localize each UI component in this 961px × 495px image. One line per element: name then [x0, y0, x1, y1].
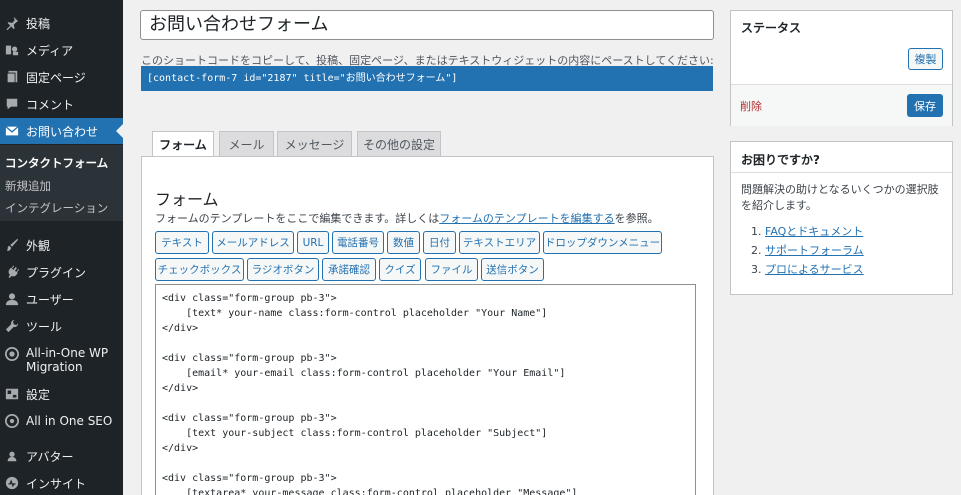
help-description: 問題解決の助けとなるいくつかの選択肢を紹介します。 — [741, 183, 939, 212]
sidebar-item-label: ツール — [26, 319, 63, 334]
save-button[interactable]: 保存 — [907, 94, 943, 117]
help-link-item: 1. FAQとドキュメント — [751, 222, 864, 241]
status-title: ステータス — [741, 21, 802, 35]
tag-date-button[interactable]: 日付 — [423, 231, 456, 254]
tag-email-button[interactable]: メールアドレス — [212, 231, 294, 254]
brush-icon — [4, 237, 20, 253]
migration-label-line2: Migration — [26, 360, 83, 374]
form-template-textarea[interactable]: <div class="form-group pb-3"> [text* you… — [155, 284, 696, 495]
tag-text-button[interactable]: テキスト — [155, 231, 209, 254]
help-divider — [731, 172, 952, 173]
help-links: 1. FAQとドキュメント 2. サポートフォーラム 3. プロによるサービス — [751, 222, 864, 279]
comment-icon — [4, 96, 20, 112]
sidebar-item-label: アバター — [26, 449, 74, 464]
settings-icon — [4, 386, 20, 402]
help-link-number: 3. — [751, 263, 762, 276]
seo-icon — [4, 413, 20, 429]
tab-form[interactable]: フォーム — [152, 131, 214, 158]
desc-suffix: を参照。 — [614, 212, 659, 225]
submenu-contact-forms[interactable]: コンタクトフォーム — [5, 155, 108, 171]
tag-submit-button[interactable]: 送信ボタン — [481, 258, 544, 281]
sidebar-item-label: プラグイン — [26, 265, 87, 280]
support-forum-link[interactable]: サポートフォーラム — [765, 244, 864, 257]
faq-docs-link[interactable]: FAQとドキュメント — [765, 225, 863, 238]
tag-textarea-button[interactable]: テキストエリア — [459, 231, 540, 254]
sidebar-item-label: 投稿 — [26, 16, 51, 31]
pin-icon — [4, 15, 20, 31]
form-panel-title: フォーム — [155, 190, 219, 209]
form-panel: フォーム フォームのテンプレートをここで編集できます。詳しくはフォームのテンプレ… — [141, 156, 714, 495]
tag-dropdown-button[interactable]: ドロップダウンメニュー — [543, 231, 662, 254]
pro-services-link[interactable]: プロによるサービス — [765, 263, 864, 276]
form-title-input[interactable]: お問い合わせフォーム — [140, 10, 714, 40]
status-footer: 削除 保存 — [731, 84, 952, 126]
sidebar-item-pages[interactable]: 固定ページ — [0, 64, 123, 90]
media-icon — [4, 42, 20, 58]
tag-checkbox-button[interactable]: チェックボックス — [155, 258, 244, 281]
sidebar-item-label: インサイト — [26, 476, 87, 491]
status-box: ステータス 複製 削除 保存 — [730, 10, 953, 126]
sidebar-item-plugins[interactable]: プラグイン — [0, 259, 123, 285]
sidebar-item-comments[interactable]: コメント — [0, 91, 123, 117]
help-link-item: 2. サポートフォーラム — [751, 241, 864, 260]
submenu-integration[interactable]: インテグレーション — [5, 200, 108, 216]
delete-link[interactable]: 削除 — [740, 98, 762, 114]
sidebar-item-posts[interactable]: 投稿 — [0, 10, 123, 36]
sidebar-item-label: ユーザー — [26, 292, 74, 307]
tag-url-button[interactable]: URL — [297, 231, 329, 254]
tag-number-button[interactable]: 数値 — [387, 231, 420, 254]
insights-icon — [4, 475, 20, 491]
shortcode-field[interactable]: [contact-form-7 id="2187" title="お問い合わせフ… — [141, 66, 713, 91]
tab-messages[interactable]: メッセージ — [277, 131, 352, 157]
migration-icon — [4, 346, 20, 362]
avatar-icon — [4, 448, 20, 464]
admin-sidebar: 投稿 メディア 固定ページ コメント お問い合わせ コンタクトフォーム 新規追加… — [0, 0, 123, 495]
mail-icon — [4, 123, 20, 139]
sidebar-item-appearance[interactable]: 外観 — [0, 232, 123, 258]
sidebar-item-label: メディア — [26, 43, 74, 58]
sidebar-item-label: 固定ページ — [26, 70, 86, 85]
sidebar-item-label: お問い合わせ — [26, 124, 99, 139]
sidebar-item-label: コメント — [26, 97, 75, 112]
user-icon — [4, 291, 20, 307]
sidebar-item-media[interactable]: メディア — [0, 37, 123, 63]
sidebar-item-avatar[interactable]: アバター — [0, 443, 123, 469]
help-link-item: 3. プロによるサービス — [751, 260, 864, 279]
sidebar-item-label: 外観 — [26, 238, 51, 253]
sidebar-item-settings[interactable]: 設定 — [0, 381, 123, 407]
duplicate-button[interactable]: 複製 — [908, 48, 943, 70]
sidebar-item-migration[interactable]: All-in-One WP Migration — [0, 343, 123, 379]
sidebar-item-tools[interactable]: ツール — [0, 313, 123, 339]
help-link-number: 2. — [751, 244, 762, 257]
sidebar-item-label: All in One SEO — [26, 414, 113, 428]
submenu-add-new[interactable]: 新規追加 — [5, 178, 51, 194]
tag-radio-button[interactable]: ラジオボタン — [247, 258, 319, 281]
sidebar-item-seo[interactable]: All in One SEO — [0, 408, 123, 434]
sidebar-item-users[interactable]: ユーザー — [0, 286, 123, 312]
page-icon — [4, 69, 20, 85]
contact-submenu: コンタクトフォーム 新規追加 インテグレーション — [0, 145, 123, 221]
tag-tel-button[interactable]: 電話番号 — [332, 231, 384, 254]
form-panel-description: フォームのテンプレートをここで編集できます。詳しくはフォームのテンプレートを編集… — [155, 210, 659, 226]
desc-prefix: フォームのテンプレートをここで編集できます。詳しくは — [155, 212, 440, 225]
plugin-icon — [4, 264, 20, 280]
help-link-number: 1. — [751, 225, 762, 238]
tab-mail[interactable]: メール — [219, 131, 274, 157]
help-title: お困りですか? — [741, 153, 820, 167]
sidebar-item-contact[interactable]: お問い合わせ — [0, 118, 123, 144]
sidebar-item-label: All-in-One WP Migration — [26, 346, 108, 374]
migration-label-line1: All-in-One WP — [26, 346, 109, 360]
sidebar-item-label: 設定 — [26, 387, 51, 402]
tag-acceptance-button[interactable]: 承諾確認 — [322, 258, 376, 281]
tag-quiz-button[interactable]: クイズ — [379, 258, 421, 281]
wrench-icon — [4, 318, 20, 334]
sidebar-item-insights[interactable]: インサイト — [0, 470, 123, 495]
tag-file-button[interactable]: ファイル — [425, 258, 478, 281]
tab-additional-settings[interactable]: その他の設定 — [357, 131, 441, 157]
edit-template-link[interactable]: フォームのテンプレートを編集する — [439, 212, 614, 225]
help-box: お困りですか? 問題解決の助けとなるいくつかの選択肢を紹介します。 1. FAQ… — [730, 141, 953, 295]
